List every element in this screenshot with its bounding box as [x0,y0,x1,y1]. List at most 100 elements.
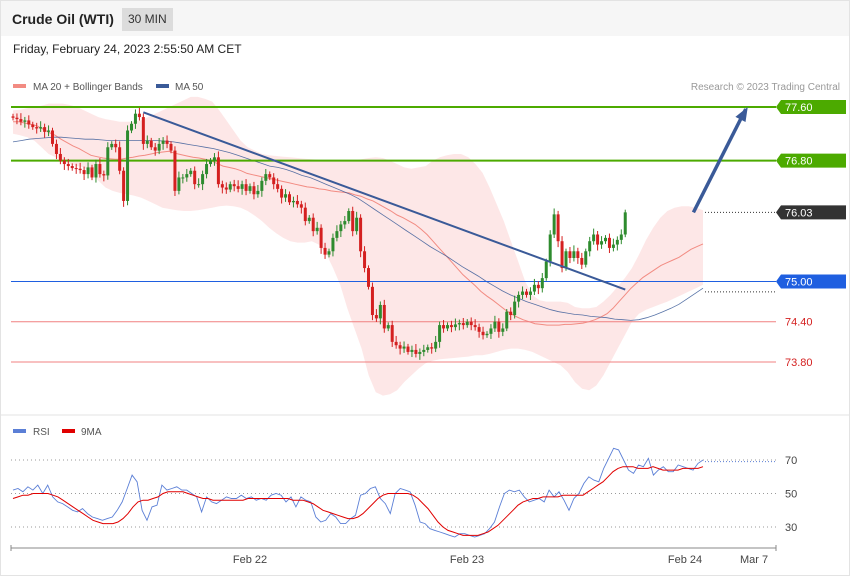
candle-body [544,261,548,279]
candle-body [248,186,252,191]
ma9-legend-label: 9MA [81,427,102,438]
candle-body [536,284,540,289]
level-tag-73.80: 73.80 [785,357,813,369]
candle-body [288,194,291,203]
candle-body [556,214,560,242]
price-chart: MA 20 + Bollinger Bands MA 50 Research ©… [1,82,849,566]
candle-body [244,184,248,191]
candle-body [477,327,481,332]
candle-body [264,174,268,181]
candle-body [323,247,327,255]
candle-body [256,190,260,195]
candle-body [284,194,288,198]
candle-body [126,130,130,201]
candle-body [446,325,449,329]
candle-body [469,321,473,326]
candle-body [540,278,544,289]
candle-body [532,284,536,292]
candle-body [70,166,74,169]
level-tag-76.03: 76.03 [785,207,813,219]
candle-body [623,212,627,235]
candle-body [374,315,378,319]
candle-body [327,251,331,255]
ma50-legend-label: MA 50 [175,82,204,93]
candle-body [485,333,489,336]
candle-body [54,143,58,154]
candle-body [580,257,584,265]
candle-body [355,217,359,232]
candle-body [185,174,189,178]
candle-body [66,164,70,167]
candle-body [410,349,414,352]
candle-body [51,130,54,144]
candle-body [39,127,43,129]
candle-body [497,321,501,332]
bollinger-band-area [13,96,703,396]
credit-text: Research © 2023 Trading Central [691,82,840,93]
candle-body [406,346,410,352]
candle-body [19,119,23,122]
candle-body [74,168,78,170]
candle-body [232,184,236,187]
candle-body [552,214,556,235]
candle-body [307,217,311,222]
ma20-legend-label: MA 20 + Bollinger Bands [33,82,143,93]
candle-body [596,234,600,245]
candle-body [35,127,39,129]
candle-body [86,167,90,175]
level-tag-77.60: 77.60 [785,102,813,114]
candle-body [611,244,615,248]
candle-body [572,251,576,258]
candle-body [363,251,367,269]
level-tags: 77.60 76.80 76.03 75.00 74.40 73.80 [776,100,846,369]
candle-body [548,234,552,262]
candle-body [588,241,592,252]
candle-body [98,164,102,175]
candle-body [149,140,153,148]
candle-body [398,345,402,349]
candle-body [311,217,315,232]
candle-body [367,268,370,287]
candle-body [426,347,430,350]
rsi-level-label-70: 70 [785,455,797,467]
candle-body [525,291,528,295]
ma9-legend-swatch [62,429,75,433]
time-axis-label: Feb 23 [450,554,484,566]
candle-body [31,124,35,128]
candle-body [268,174,272,178]
candle-body [390,325,394,342]
candle-body [94,164,98,178]
bollinger-bands [13,96,703,396]
candle-body [27,120,31,125]
candle-body [528,291,532,295]
candle-body [386,325,390,329]
candle-body [291,200,295,203]
candle-body [299,204,303,208]
candle-body [576,251,580,258]
candle-body [615,239,619,245]
rsi-level-label-30: 30 [785,522,797,534]
candle-body [272,177,276,185]
candle-body [473,325,477,328]
candle-body [430,347,434,349]
candle-body [216,157,220,185]
candle-body [370,286,374,316]
candle-body [505,311,509,329]
candle-body [521,291,525,295]
candle-body [141,117,145,144]
candle-body [335,231,339,238]
candle-body [58,153,62,161]
candle-body [592,234,596,242]
candle-body [11,116,15,118]
candle-body [122,170,126,201]
candle-body [228,184,232,190]
candle-body [607,237,611,248]
candle-body [236,186,240,189]
candle-body [133,113,137,124]
rsi-panel: 70 50 30 [11,447,797,538]
candle-body [339,224,343,232]
candle-body [604,237,607,242]
candle-body [461,323,465,326]
candle-body [118,147,122,171]
candle-body [106,147,110,176]
